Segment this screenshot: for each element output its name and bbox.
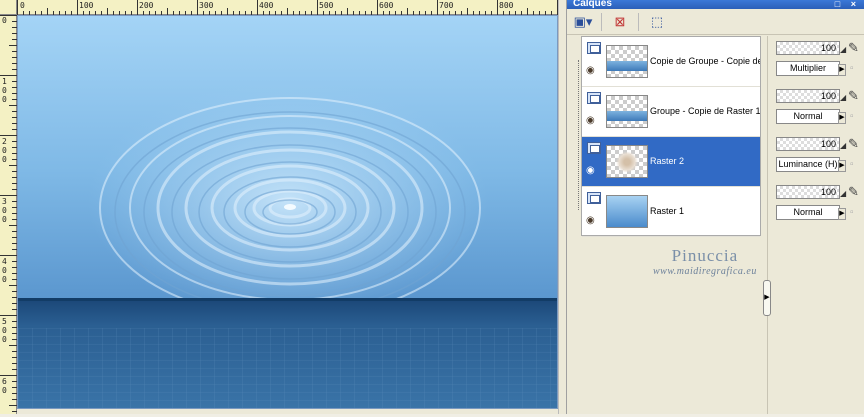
watermark-url: www.maidiregrafica.eu <box>653 266 757 277</box>
brush-icon[interactable]: ✎ <box>848 40 864 56</box>
layer-list: ◉ Copie de Groupe - Copie de ◉ Groupe - … <box>581 36 761 237</box>
ruler-top-ticks <box>17 0 558 15</box>
brush-icon[interactable]: ✎ <box>848 184 864 200</box>
chevron-right-icon[interactable]: ▶ <box>838 208 846 220</box>
layer-group-icon <box>587 42 601 54</box>
mask-button[interactable]: ⬚ <box>645 12 669 32</box>
ruler-left-label: 5 0 0 <box>2 317 12 344</box>
layer-properties: 100 ◢ ✎ Multiplier ▶ ▫ <box>774 36 864 86</box>
visibility-eye-icon[interactable]: ◉ <box>586 216 600 226</box>
brush-icon[interactable]: ✎ <box>848 88 864 104</box>
blend-mode-select[interactable]: Normal <box>776 109 840 124</box>
opacity-field[interactable]: 100 <box>776 137 840 151</box>
layer-properties: 100 ◢ ✎ Normal ▶ ▫ <box>774 180 864 230</box>
toolbar-separator <box>601 12 602 31</box>
canvas-frame-edge <box>558 0 566 414</box>
opacity-slider-icon[interactable]: ◢ <box>840 93 846 102</box>
layer-name: Copie de Groupe - Copie de <box>650 56 760 66</box>
layer-properties: 100 ◢ ✎ Normal ▶ ▫ <box>774 84 864 134</box>
opacity-slider-icon[interactable]: ◢ <box>840 189 846 198</box>
ruler-left-label: 2 0 0 <box>2 137 12 164</box>
ruler-corner <box>0 0 17 15</box>
new-layer-icon: ▣▾ <box>573 13 593 29</box>
visibility-eye-icon[interactable]: ◉ <box>586 66 600 76</box>
watermark-name: Pinuccia <box>671 246 739 265</box>
panel-divider <box>767 36 768 414</box>
layer-thumbnail <box>606 195 648 228</box>
mask-icon: ⬚ <box>650 13 664 29</box>
layer-row[interactable]: ◉ Copie de Groupe - Copie de <box>582 37 760 87</box>
layer-properties: 100 ◢ ✎ Luminance (H) ▶ ▫ <box>774 132 864 182</box>
ruler-left-label: 4 0 0 <box>2 257 12 284</box>
lock-icon[interactable]: ▫ <box>850 207 862 219</box>
ruler-top-label: 200 <box>139 1 154 10</box>
visibility-eye-icon[interactable]: ◉ <box>586 116 600 126</box>
ruler-top-label: 500 <box>319 1 334 10</box>
ruler-top-label: 0 <box>20 1 25 10</box>
ruler-top-label: 400 <box>259 1 274 10</box>
ruler-top-label: 100 <box>79 1 94 10</box>
canvas-image[interactable] <box>17 15 558 409</box>
layer-thumbnail <box>606 145 648 178</box>
ruler-top-label: 700 <box>439 1 454 10</box>
lock-icon[interactable]: ▫ <box>850 159 862 171</box>
layers-panel: Calques □ × ▣▾ ⊠ ⬚ ◉ Copie de Groupe - C… <box>566 0 864 414</box>
layer-row[interactable]: ◉ Groupe - Copie de Raster 1 <box>582 87 760 137</box>
chevron-right-icon[interactable]: ▶ <box>838 112 846 124</box>
layer-name: Groupe - Copie de Raster 1 <box>650 106 760 116</box>
brush-icon[interactable]: ✎ <box>848 136 864 152</box>
ruler-top-label: 600 <box>379 1 394 10</box>
blend-mode-select[interactable]: Normal <box>776 205 840 220</box>
layer-name: Raster 1 <box>650 206 685 216</box>
layer-raster-icon <box>587 192 601 204</box>
layer-row[interactable]: ◉ Raster 1 <box>582 187 760 237</box>
delete-layer-icon: ⊠ <box>614 13 626 29</box>
layer-group-icon <box>587 92 601 104</box>
collapse-handle[interactable]: ▶ <box>763 280 771 316</box>
ruler-left: 0 1 0 0 2 0 0 3 0 0 4 0 0 5 0 0 6 0 <box>0 15 17 414</box>
ruler-left-label: 0 <box>2 16 7 25</box>
opacity-field[interactable]: 100 <box>776 41 840 55</box>
lock-icon[interactable]: ▫ <box>850 63 862 75</box>
layer-thumbnail <box>606 45 648 78</box>
layer-row-selected[interactable]: ◉ Raster 2 <box>582 137 760 187</box>
blend-mode-select[interactable]: Luminance (H) <box>776 157 840 172</box>
ruler-left-label: 6 0 <box>2 377 12 395</box>
blend-mode-select[interactable]: Multiplier <box>776 61 840 76</box>
layer-properties-column: 100 ◢ ✎ Multiplier ▶ ▫ 100 ◢ ✎ Normal ▶ … <box>774 36 864 236</box>
layer-raster-icon <box>587 142 601 154</box>
delete-layer-button[interactable]: ⊠ <box>608 12 632 32</box>
group-tree-guide <box>578 60 579 210</box>
chevron-right-icon[interactable]: ▶ <box>838 64 846 76</box>
new-layer-button[interactable]: ▣▾ <box>571 12 595 32</box>
lock-icon[interactable]: ▫ <box>850 111 862 123</box>
artwork <box>18 16 557 408</box>
layers-toolbar: ▣▾ ⊠ ⬚ <box>567 9 864 35</box>
visibility-eye-icon[interactable]: ◉ <box>586 166 600 176</box>
panel-title-bar[interactable]: Calques □ × <box>567 0 864 9</box>
opacity-field[interactable]: 100 <box>776 89 840 103</box>
opacity-slider-icon[interactable]: ◢ <box>840 141 846 150</box>
layer-thumbnail <box>606 95 648 128</box>
chevron-right-icon[interactable]: ▶ <box>838 160 846 172</box>
opacity-slider-icon[interactable]: ◢ <box>840 45 846 54</box>
ruler-top-label: 800 <box>499 1 514 10</box>
ruler-top-label: 300 <box>199 1 214 10</box>
ruler-left-label: 3 0 0 <box>2 197 12 224</box>
opacity-field[interactable]: 100 <box>776 185 840 199</box>
window-controls[interactable]: □ × <box>835 0 860 9</box>
panel-title: Calques <box>573 0 612 9</box>
ruler-left-label: 1 0 0 <box>2 77 12 104</box>
ruler-top: 0 100 200 300 400 500 600 700 800 <box>17 0 558 15</box>
layer-name: Raster 2 <box>650 156 685 166</box>
watermark: Pinuccia www.maidiregrafica.eu <box>653 246 757 277</box>
toolbar-separator <box>638 12 639 31</box>
canvas-pane: 0 100 200 300 400 500 600 700 800 0 1 0 … <box>0 0 566 414</box>
